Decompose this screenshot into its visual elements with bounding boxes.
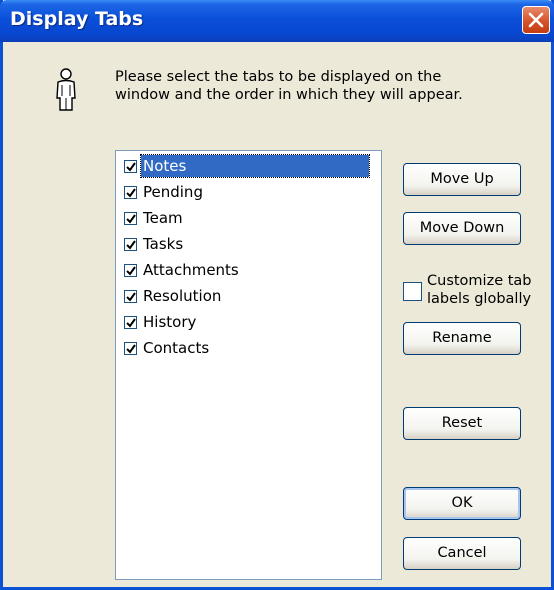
- list-item-label: History: [143, 313, 197, 331]
- title-bar[interactable]: Display Tabs: [0, 0, 554, 42]
- list-item-label: Contacts: [143, 339, 210, 357]
- checkmark-icon: [126, 214, 136, 224]
- customize-labels-checkbox[interactable]: [403, 282, 422, 301]
- person-icon: [56, 68, 76, 111]
- list-item-label: Attachments: [143, 261, 239, 279]
- checkmark-icon: [126, 344, 136, 354]
- checkbox-team[interactable]: [124, 212, 137, 225]
- list-item-label: Notes: [140, 154, 370, 178]
- list-item-label: Resolution: [143, 287, 222, 305]
- instructions-line-1: Please select the tabs to be displayed o…: [115, 69, 442, 85]
- checkbox-notes[interactable]: [124, 160, 137, 173]
- list-item-resolution[interactable]: Resolution: [122, 285, 380, 307]
- checkbox-pending[interactable]: [124, 186, 137, 199]
- customize-labels-label: Customize tab labels globally: [427, 272, 532, 308]
- checkmark-icon: [126, 318, 136, 328]
- display-tabs-dialog: Display Tabs Please select the tabs to b…: [0, 0, 554, 590]
- checkmark-icon: [126, 240, 136, 250]
- checkbox-contacts[interactable]: [124, 342, 137, 355]
- checkbox-history[interactable]: [124, 316, 137, 329]
- list-item-notes[interactable]: Notes: [122, 154, 380, 178]
- checkmark-icon: [126, 162, 136, 172]
- checkmark-icon: [126, 292, 136, 302]
- tabs-listbox[interactable]: Notes Pending Team Tasks Attachments Res…: [115, 150, 382, 580]
- checkbox-attachments[interactable]: [124, 264, 137, 277]
- checkbox-tasks[interactable]: [124, 238, 137, 251]
- list-item-attachments[interactable]: Attachments: [122, 259, 380, 281]
- customize-labels-line-2: labels globally: [427, 291, 532, 307]
- list-item-history[interactable]: History: [122, 311, 380, 333]
- list-item-label: Pending: [143, 183, 203, 201]
- list-item-contacts[interactable]: Contacts: [122, 337, 380, 359]
- checkmark-icon: [126, 188, 136, 198]
- instructions-text: Please select the tabs to be displayed o…: [115, 68, 535, 104]
- move-up-button[interactable]: Move Up: [403, 163, 521, 196]
- reset-button[interactable]: Reset: [403, 407, 521, 440]
- checkbox-resolution[interactable]: [124, 290, 137, 303]
- customize-labels-line-1: Customize tab: [427, 273, 532, 289]
- list-item-pending[interactable]: Pending: [122, 181, 380, 203]
- cancel-button[interactable]: Cancel: [403, 537, 521, 570]
- rename-button[interactable]: Rename: [403, 322, 521, 355]
- ok-button[interactable]: OK: [403, 487, 521, 520]
- close-icon: [528, 12, 544, 28]
- checkmark-icon: [126, 266, 136, 276]
- list-item-label: Team: [143, 209, 183, 227]
- window-title: Display Tabs: [10, 8, 144, 30]
- list-item-team[interactable]: Team: [122, 207, 380, 229]
- move-down-button[interactable]: Move Down: [403, 212, 521, 245]
- list-item-label: Tasks: [143, 235, 184, 253]
- close-button[interactable]: [522, 6, 550, 34]
- instructions-line-2: window and the order in which they will …: [115, 87, 463, 103]
- list-item-tasks[interactable]: Tasks: [122, 233, 380, 255]
